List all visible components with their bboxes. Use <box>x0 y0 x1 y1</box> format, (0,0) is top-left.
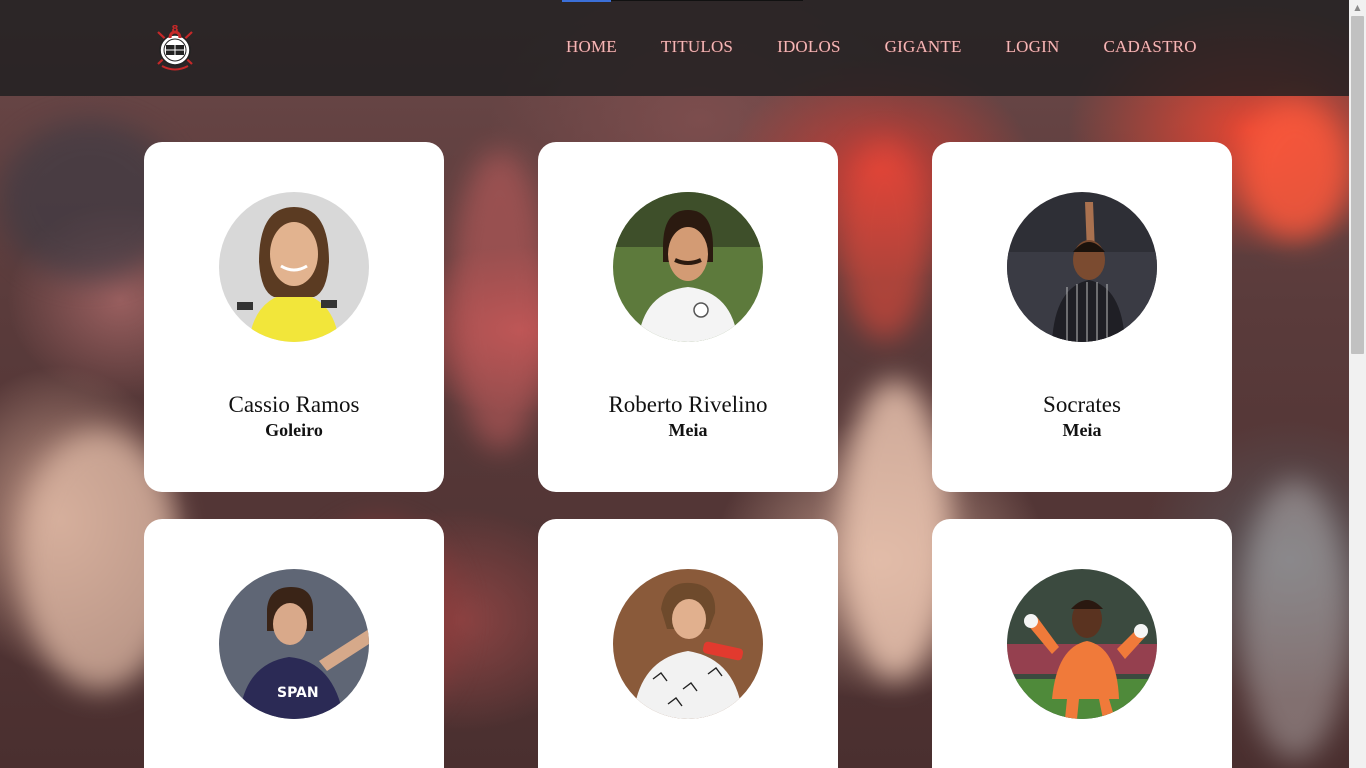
idol-name: Cassio Ramos <box>228 392 360 417</box>
page-scrollbar[interactable]: ▲ <box>1349 0 1366 768</box>
idol-photo <box>1007 192 1157 342</box>
svg-text:8: 8 <box>172 24 179 35</box>
svg-text:SPAN: SPAN <box>277 685 319 701</box>
idol-photo: SPAN <box>219 569 369 719</box>
idol-card[interactable]: SPAN <box>144 519 444 768</box>
nav-home-link[interactable]: HOME <box>566 37 617 57</box>
nav-top-line <box>611 0 803 1</box>
idol-position: Meia <box>1062 420 1102 440</box>
idol-name: Socrates <box>1043 392 1121 417</box>
idol-card[interactable]: Socrates Meia <box>932 142 1232 492</box>
idol-card[interactable]: Roberto Rivelino Meia <box>538 142 838 492</box>
idol-name: Roberto Rivelino <box>608 392 768 417</box>
nav-idolos-link[interactable]: IDOLOS <box>777 37 841 57</box>
scroll-up-icon[interactable]: ▲ <box>1349 0 1366 16</box>
idol-card[interactable]: Cassio Ramos Goleiro <box>144 142 444 492</box>
nav-login-link[interactable]: LOGIN <box>1006 37 1060 57</box>
idol-photo <box>613 192 763 342</box>
idol-photo <box>219 192 369 342</box>
idol-position: Meia <box>668 420 708 440</box>
nav-gigante-link[interactable]: GIGANTE <box>885 37 962 57</box>
nav-titulos-link[interactable]: TITULOS <box>661 37 733 57</box>
idol-position: Goleiro <box>265 420 323 440</box>
nav-cadastro-link[interactable]: CADASTRO <box>1103 37 1196 57</box>
idol-card[interactable] <box>538 519 838 768</box>
scrollbar-thumb[interactable] <box>1351 16 1364 354</box>
idol-card[interactable] <box>932 519 1232 768</box>
idol-photo <box>1007 569 1157 719</box>
idol-photo <box>613 569 763 719</box>
main-nav: HOME TITULOS IDOLOS GIGANTE LOGIN CADAST… <box>566 37 1197 57</box>
corinthians-logo-icon[interactable]: 8 <box>152 20 198 74</box>
active-nav-indicator <box>562 0 611 2</box>
top-navbar: 8 HOME TITULOS IDOLOS GIGANTE LOGIN CADA… <box>0 0 1349 96</box>
